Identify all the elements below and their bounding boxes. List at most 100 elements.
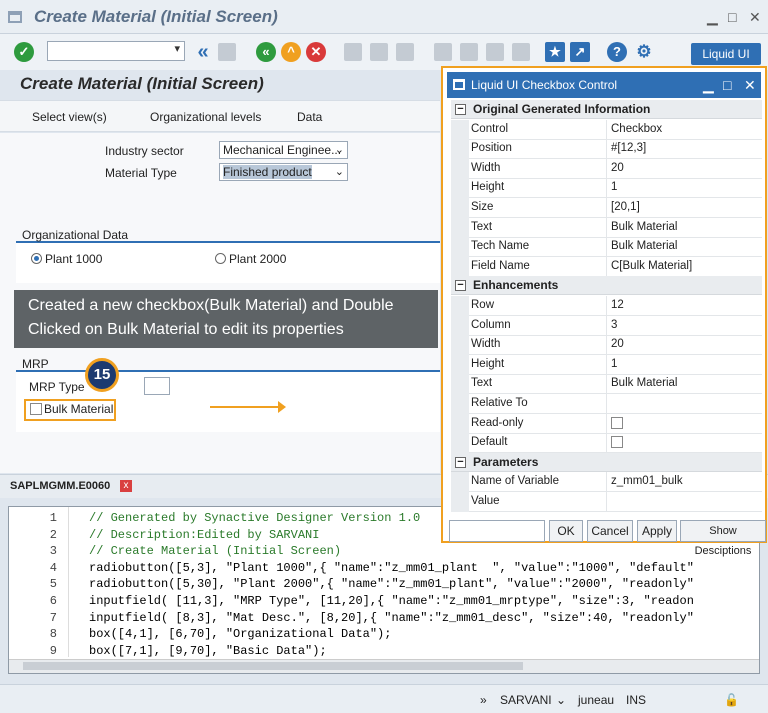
code-line[interactable]: inputfield( [11,3], "MRP Type", [11,20],…	[89, 594, 694, 608]
property-value[interactable]: 12	[611, 296, 624, 315]
liquid-ui-button[interactable]: Liquid UI	[691, 43, 761, 65]
property-value[interactable]: 20	[611, 335, 624, 354]
apply-button[interactable]: Apply	[637, 520, 677, 542]
first-page-icon[interactable]	[434, 43, 452, 61]
code-line[interactable]: box([7,1], [9,70], "Basic Data");	[89, 644, 327, 658]
dialog-minimize-icon[interactable]: ▁	[703, 72, 714, 98]
property-value[interactable]: Checkbox	[611, 120, 662, 139]
help-icon[interactable]: ?	[607, 42, 627, 62]
code-line[interactable]: // Generated by Synactive Designer Versi…	[89, 511, 420, 525]
code-line[interactable]: inputfield( [8,3], "Mat Desc.", [8,20],{…	[89, 611, 694, 625]
property-value[interactable]: C[Bulk Material]	[611, 257, 692, 276]
show-descriptions-button[interactable]: Show Desciptions	[680, 520, 766, 557]
property-row[interactable]: Size [20,1]	[451, 198, 762, 218]
bulk-material-checkbox[interactable]	[30, 403, 42, 415]
property-section[interactable]: − Original Generated Information	[451, 100, 762, 119]
property-row[interactable]: Width 20	[451, 335, 762, 356]
collapse-icon[interactable]: −	[455, 456, 466, 468]
material-type-select[interactable]: Finished product ⌄	[219, 163, 348, 181]
mrp-type-input[interactable]	[144, 377, 170, 395]
settings-gear-icon[interactable]: ⚙	[634, 42, 654, 62]
close-tab-icon[interactable]: x	[120, 480, 132, 492]
code-line[interactable]: radiobutton([5,30], "Plant 2000",{ "name…	[89, 577, 694, 591]
property-row[interactable]: Column 3	[451, 315, 762, 336]
chevron-down-icon[interactable]: ⌄	[335, 142, 344, 158]
plant-2000-radio[interactable]	[215, 253, 226, 264]
property-row[interactable]: Read-only	[451, 413, 762, 434]
close-icon[interactable]: ✕	[749, 9, 761, 26]
property-section[interactable]: − Parameters	[451, 452, 762, 472]
property-row[interactable]: Control Checkbox	[451, 119, 762, 140]
code-line[interactable]: box([4,1], [6,70], "Organizational Data"…	[89, 627, 391, 641]
menu-data[interactable]: Data	[297, 110, 322, 124]
code-line[interactable]: radiobutton([5,3], "Plant 1000",{ "name"…	[89, 561, 694, 575]
property-row[interactable]: Height 1	[451, 178, 762, 199]
chevron-down-icon[interactable]: ⌄	[335, 164, 344, 180]
scrollbar-thumb[interactable]	[23, 662, 523, 670]
property-row[interactable]: Text Bulk Material	[451, 217, 762, 238]
code-line[interactable]: // Create Material (Initial Screen)	[89, 544, 341, 558]
back-icon[interactable]: «	[256, 42, 276, 62]
property-value[interactable]: Bulk Material	[611, 374, 677, 393]
property-value[interactable]: [20,1]	[611, 198, 640, 217]
new-session-icon[interactable]: ★	[545, 42, 565, 62]
save-icon[interactable]	[218, 43, 236, 61]
property-row[interactable]: Height 1	[451, 354, 762, 375]
property-row[interactable]: Name of Variable z_mm01_bulk	[451, 472, 762, 493]
status-expand-icon[interactable]: »	[480, 693, 487, 707]
property-value[interactable]: Bulk Material	[611, 218, 677, 237]
chevron-down-icon[interactable]: ⌄	[556, 693, 566, 707]
property-value[interactable]: 1	[611, 355, 617, 374]
cancel-icon[interactable]: ✕	[306, 42, 326, 62]
chevron-down-icon[interactable]: ▾	[174, 42, 180, 55]
enter-check-icon[interactable]: ✓	[14, 42, 34, 62]
cancel-button[interactable]: Cancel	[587, 520, 633, 542]
lock-icon[interactable]: 🔓	[724, 693, 739, 707]
dialog-maximize-icon[interactable]: □	[723, 72, 731, 98]
find-icon[interactable]	[370, 43, 388, 61]
property-value[interactable]: z_mm01_bulk	[611, 472, 683, 491]
industry-sector-select[interactable]: Mechanical Enginee... ⌄	[219, 141, 348, 159]
next-page-icon[interactable]	[486, 43, 504, 61]
menu-select-views[interactable]: Select view(s)	[32, 110, 107, 124]
property-row[interactable]: Value	[451, 492, 762, 512]
property-row[interactable]: Text Bulk Material	[451, 374, 762, 395]
menu-organizational-levels[interactable]: Organizational levels	[150, 110, 261, 124]
find-next-icon[interactable]	[396, 43, 414, 61]
ok-button[interactable]: OK	[549, 520, 583, 542]
last-page-icon[interactable]	[512, 43, 530, 61]
shortcut-icon[interactable]: ↗	[570, 42, 590, 62]
property-checkbox[interactable]	[611, 416, 623, 429]
command-field[interactable]: ▾	[47, 41, 185, 61]
property-row[interactable]: Row 12	[451, 296, 762, 316]
code-line[interactable]: // Description:Edited by SARVANI	[89, 528, 319, 542]
property-value[interactable]: 20	[611, 159, 624, 178]
minimize-icon[interactable]: ▁	[707, 9, 718, 26]
dialog-input[interactable]	[449, 520, 545, 542]
property-row[interactable]: Position #[12,3]	[451, 139, 762, 160]
property-row[interactable]: Width 20	[451, 158, 762, 179]
status-mode: INS	[626, 693, 647, 707]
print-icon[interactable]	[344, 43, 362, 61]
property-section[interactable]: − Enhancements	[451, 276, 762, 296]
collapse-icon[interactable]: −	[455, 280, 466, 292]
dialog-close-icon[interactable]: ✕	[744, 72, 756, 98]
back-arrows-icon[interactable]: «	[193, 42, 213, 62]
collapse-icon[interactable]: −	[455, 104, 466, 115]
maximize-icon[interactable]: □	[728, 9, 736, 25]
row-gutter	[451, 374, 469, 395]
property-value[interactable]: 3	[611, 316, 617, 335]
property-value[interactable]: #[12,3]	[611, 139, 646, 158]
property-value[interactable]: Bulk Material	[611, 237, 677, 256]
exit-icon[interactable]: ^	[281, 42, 301, 62]
property-checkbox[interactable]	[611, 436, 623, 449]
property-row[interactable]: Tech Name Bulk Material	[451, 237, 762, 258]
property-row[interactable]: Field Name C[Bulk Material]	[451, 256, 762, 277]
plant-1000-radio[interactable]	[31, 253, 42, 264]
property-row[interactable]: Default	[451, 433, 762, 454]
horizontal-scrollbar[interactable]	[9, 659, 759, 673]
previous-page-icon[interactable]	[460, 43, 478, 61]
editor-tab[interactable]: SAPLMGMM.E0060	[10, 480, 110, 492]
property-row[interactable]: Relative To	[451, 394, 762, 414]
property-value[interactable]: 1	[611, 178, 617, 197]
